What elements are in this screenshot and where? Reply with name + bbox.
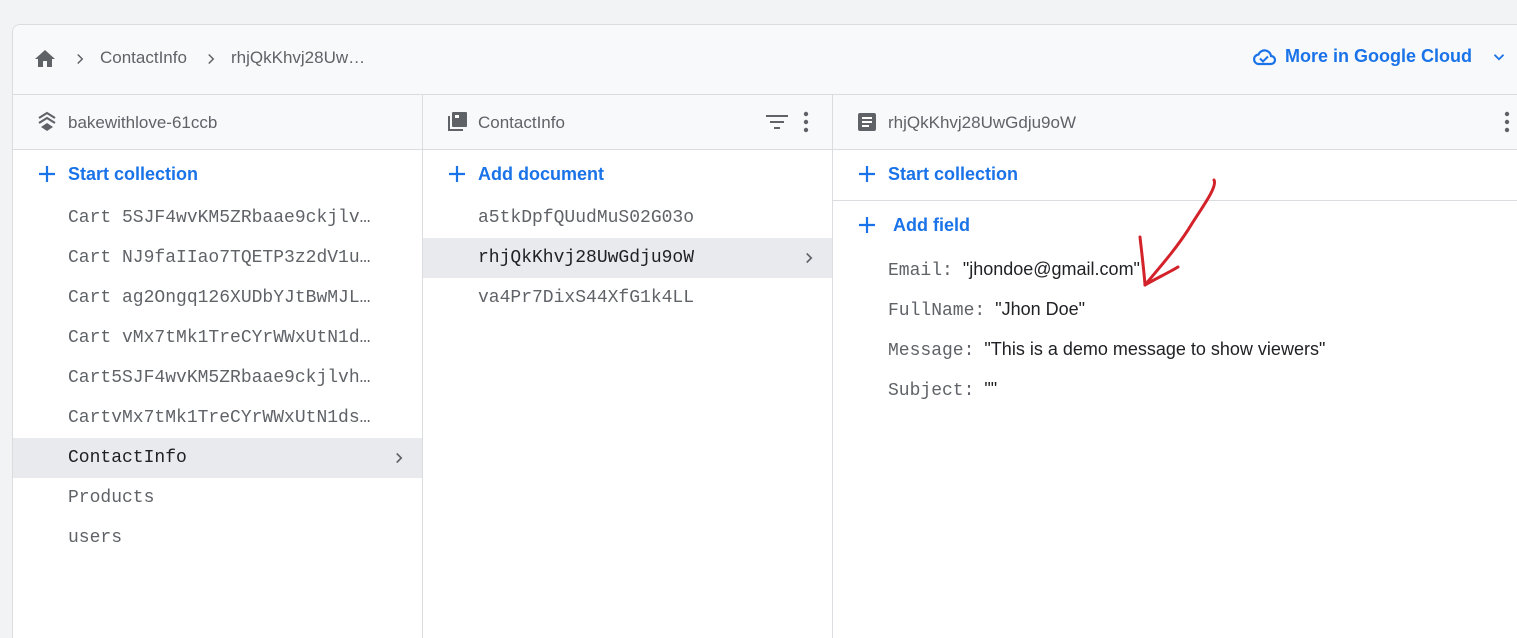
plus-icon [449,166,465,182]
document-id: a5tkDpfQUudMuS02G03o [478,208,695,228]
field-value: "jhondoe@gmail.com" [962,259,1140,279]
field-value: "" [984,379,998,399]
more-in-google-cloud-button[interactable]: More in Google Cloud [1251,46,1508,67]
field-name: Subject: [888,381,975,401]
more-in-google-cloud-label: More in Google Cloud [1285,46,1472,66]
document-list-item[interactable]: va4Pr7DixS44XfG1k4LL [423,278,832,318]
breadcrumb-item-contactinfo[interactable]: ContactInfo [100,48,187,68]
collection-list-item[interactable]: Cart ag2Ongq126XUDbYJtBwMJLQ… [13,278,422,318]
field-name: FullName: [888,301,986,321]
more-vert-icon[interactable] [1504,110,1510,134]
chevron-right-icon [806,252,813,264]
document-icon [858,113,876,131]
collection-column-header: ContactInfo [423,95,832,150]
plus-icon [859,166,875,182]
collection-name: Cart5SJF4wvKM5ZRbaae9ckjlvhD… [68,368,378,388]
field-name: Email: [888,261,953,281]
add-document-button[interactable]: Add document [423,150,832,198]
collection-list-item-selected[interactable]: ContactInfo [13,438,422,478]
collection-name: users [68,528,123,548]
more-vert-icon[interactable] [803,110,809,134]
collection-name: ContactInfo [68,448,187,468]
collection-name: Cart ag2Ongq126XUDbYJtBwMJLQ… [68,288,378,308]
add-document-label: Add document [478,164,604,184]
chevron-right-icon [208,53,215,65]
field-name: Message: [888,341,975,361]
collection-list-item[interactable]: Cart5SJF4wvKM5ZRbaae9ckjlvhD… [13,358,422,398]
start-collection-label: Start collection [888,164,1019,184]
document-field[interactable]: Message: "This is a demo message to show … [833,329,1517,369]
collection-icon [448,112,467,131]
annotation-arrow-icon [1138,178,1217,287]
collection-list-item[interactable]: Products [13,478,422,518]
collection-column: ContactInfo Add document a5tkDpfQUudMuS0… [423,95,833,638]
cloud-icon [1253,48,1277,65]
collection-list-item[interactable]: CartvMx7tMk1TreCYrWWxUtN1dsA… [13,398,422,438]
filter-icon[interactable] [765,113,789,131]
collection-title: ContactInfo [478,113,565,132]
breadcrumb-bar: ContactInfo rhjQkKhvj28Uw… More in Googl… [13,25,1517,95]
collection-name: Cart NJ9faIIao7TQETP3z2dV1uY… [68,248,378,268]
collection-name: Cart 5SJF4wvKM5ZRbaae9ckjlvh… [68,208,378,228]
document-id: rhjQkKhvj28UwGdju9oW [478,248,695,268]
collection-name: Products [68,488,155,508]
document-list-item[interactable]: a5tkDpfQUudMuS02G03o [423,198,832,238]
field-value: "This is a demo message to show viewers" [984,339,1326,359]
project-title: bakewithlove-61ccb [68,113,218,132]
chevron-right-icon [396,452,403,464]
root-column: bakewithlove-61ccb Start collection Cart… [13,95,423,638]
chevron-right-icon [77,53,84,65]
document-id: va4Pr7DixS44XfG1k4LL [478,288,695,308]
database-stack-icon [38,111,56,131]
collection-name: Cart vMx7tMk1TreCYrWWxUtN1ds… [68,328,378,348]
firestore-panel: ContactInfo rhjQkKhvj28Uw… More in Googl… [12,24,1517,638]
chevron-down-icon [1493,53,1505,61]
document-column-header: rhjQkKhvj28UwGdju9oW [833,95,1517,150]
collection-name: CartvMx7tMk1TreCYrWWxUtN1dsA… [68,408,378,428]
field-value: "Jhon Doe" [995,299,1086,319]
breadcrumb-item-document[interactable]: rhjQkKhvj28Uw… [231,48,365,68]
home-icon[interactable] [33,47,57,71]
document-field[interactable]: FullName: "Jhon Doe" [833,289,1517,329]
document-field[interactable]: Subject: "" [833,369,1517,409]
start-collection-label: Start collection [68,164,199,184]
plus-icon [39,166,55,182]
document-list-item-selected[interactable]: rhjQkKhvj28UwGdju9oW [423,238,832,278]
add-field-label: Add field [893,215,970,235]
document-title: rhjQkKhvj28UwGdju9oW [888,113,1077,132]
root-column-header: bakewithlove-61ccb [13,95,422,150]
start-collection-button[interactable]: Start collection [13,150,422,198]
collection-list-item[interactable]: Cart vMx7tMk1TreCYrWWxUtN1ds… [13,318,422,358]
collection-list-item[interactable]: users [13,518,422,558]
collection-list-item[interactable]: Cart 5SJF4wvKM5ZRbaae9ckjlvh… [13,198,422,238]
collection-list-item[interactable]: Cart NJ9faIIao7TQETP3z2dV1uY… [13,238,422,278]
plus-icon [859,217,875,233]
